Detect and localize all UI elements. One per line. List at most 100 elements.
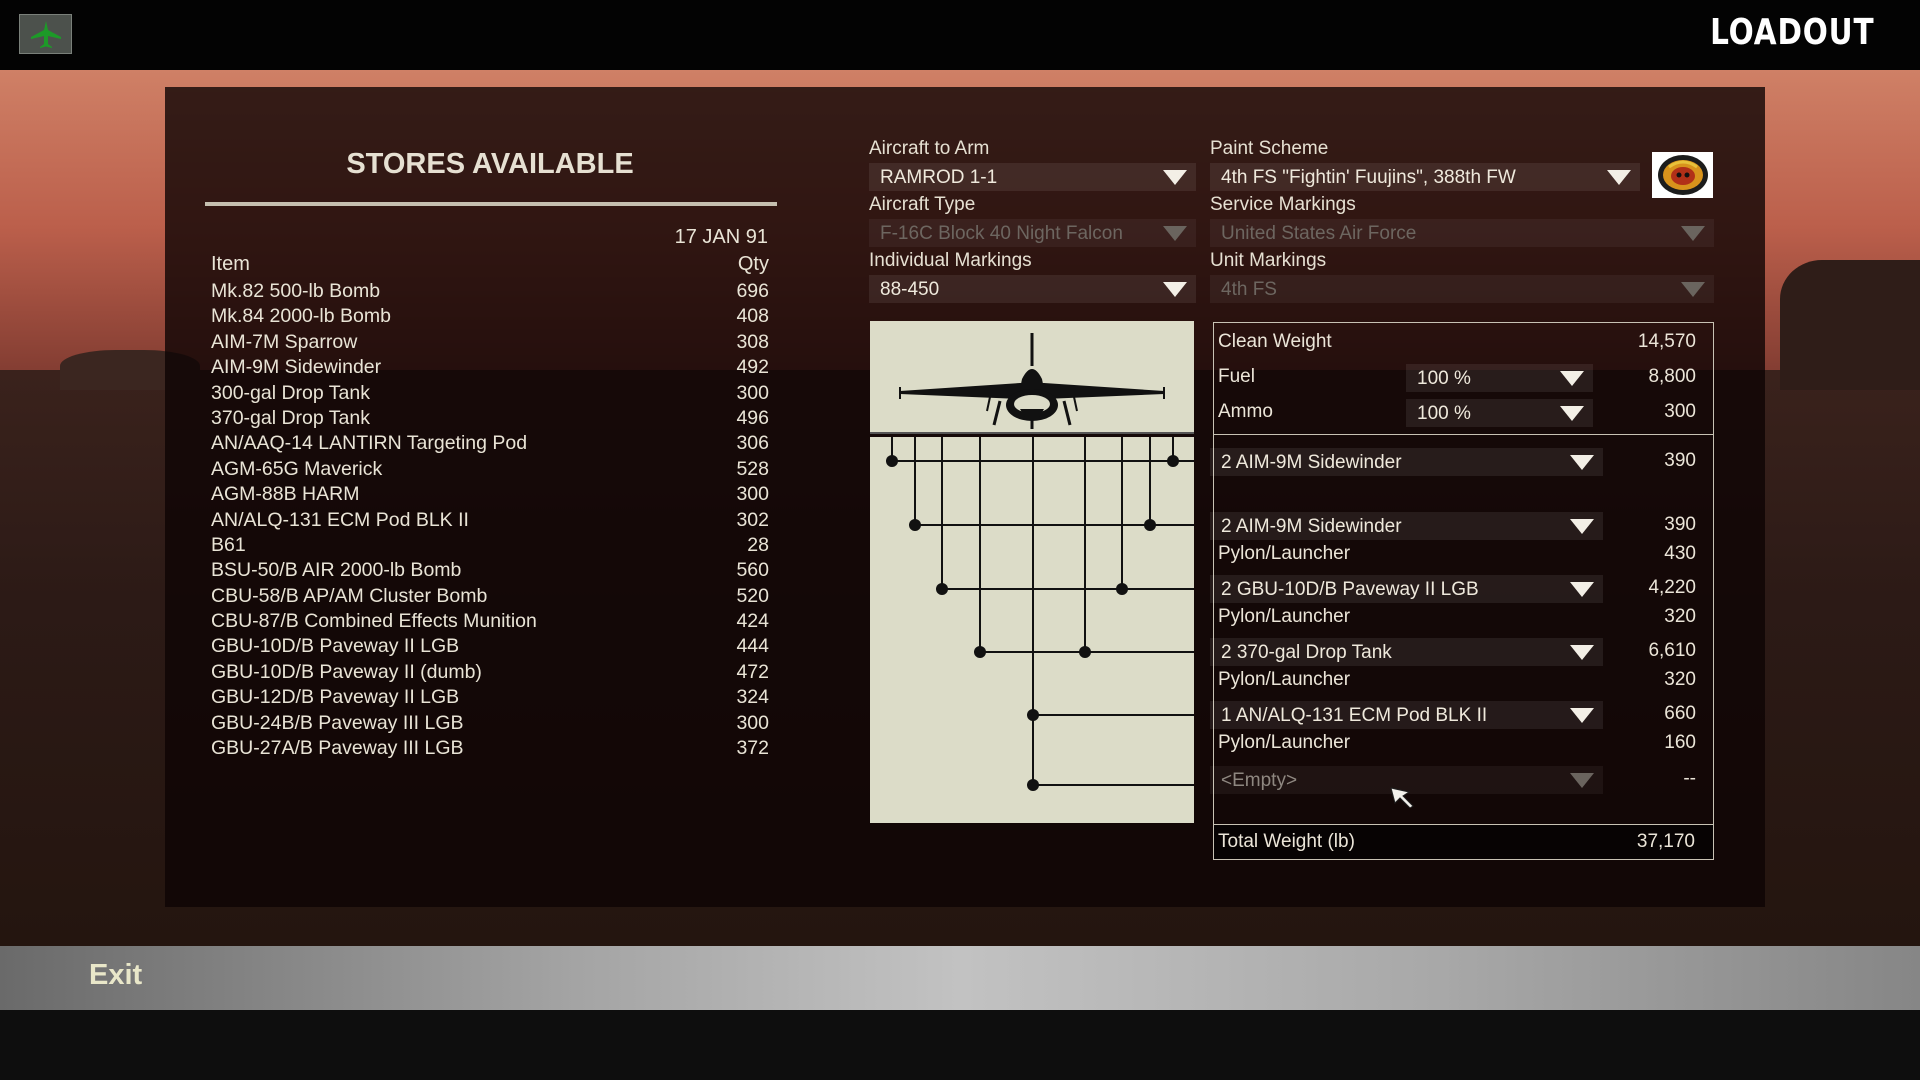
- station-3-pylon-weight: 320: [1664, 606, 1696, 627]
- footer-bar: Exit: [0, 946, 1920, 1010]
- weapon-stations-diagram: [870, 437, 1194, 823]
- store-qty: 496: [736, 406, 769, 429]
- fuel-select-value: 100 %: [1417, 368, 1471, 389]
- stores-header: Item Qty: [211, 253, 769, 279]
- store-row[interactable]: BSU-50/B AIR 2000-lb Bomb 560: [211, 559, 769, 584]
- ammo-select-value: 100 %: [1417, 403, 1471, 424]
- exit-button[interactable]: Exit: [89, 959, 142, 992]
- store-name: AGM-88B HARM: [211, 483, 360, 506]
- store-qty: 324: [736, 686, 769, 709]
- chevron-down-icon: [1570, 582, 1594, 597]
- store-qty: 308: [736, 330, 769, 353]
- chevron-down-icon: [1163, 226, 1187, 241]
- store-row[interactable]: AGM-65G Maverick 528: [211, 458, 769, 483]
- screen-title: LOADOUT: [1709, 12, 1874, 53]
- station-5-weight: 660: [1664, 703, 1696, 724]
- service-markings-label: Service Markings: [1210, 194, 1356, 215]
- store-qty: 306: [736, 432, 769, 455]
- station-5-store: 1 AN/ALQ-131 ECM Pod BLK II: [1221, 705, 1488, 726]
- fuel-label: Fuel: [1218, 366, 1255, 387]
- aircraft-to-arm-label: Aircraft to Arm: [869, 138, 990, 159]
- item-column-header: Item: [211, 253, 250, 275]
- bottom-bar: [0, 1010, 1920, 1080]
- station-4-pylon-label: Pylon/Launcher: [1218, 669, 1351, 690]
- store-row[interactable]: B61 28: [211, 534, 769, 559]
- store-row[interactable]: AN/AAQ-14 LANTIRN Targeting Pod 306: [211, 432, 769, 457]
- aircraft-menu-button[interactable]: [19, 14, 72, 54]
- service-markings-dropdown: United States Air Force: [1210, 219, 1714, 247]
- station-4-pylon-weight: 320: [1664, 669, 1696, 690]
- store-row[interactable]: AGM-88B HARM 300: [211, 483, 769, 508]
- store-name: Mk.82 500-lb Bomb: [211, 280, 381, 302]
- store-row[interactable]: GBU-10D/B Paveway II LGB 444: [211, 635, 769, 660]
- weights-divider: [1214, 434, 1713, 435]
- station-1-weight: 390: [1664, 450, 1696, 471]
- store-row[interactable]: Mk.84 2000-lb Bomb 408: [211, 305, 769, 330]
- store-qty: 520: [736, 584, 769, 607]
- aircraft-to-arm-value: RAMROD 1-1: [880, 167, 998, 188]
- station-3-dropdown[interactable]: 2 GBU-10D/B Paveway II LGB: [1210, 575, 1603, 603]
- fuel-dropdown[interactable]: 100 %: [1406, 364, 1593, 392]
- aircraft-top-view: [870, 321, 1194, 434]
- store-qty: 28: [747, 533, 769, 556]
- station-1-dropdown[interactable]: 2 AIM-9M Sidewinder: [1210, 448, 1603, 476]
- station-2-pylon-weight: 430: [1664, 543, 1696, 564]
- ammo-dropdown[interactable]: 100 %: [1406, 399, 1593, 427]
- store-row[interactable]: GBU-24B/B Paveway III LGB 300: [211, 712, 769, 737]
- store-qty: 300: [736, 381, 769, 404]
- chevron-down-icon: [1560, 371, 1584, 386]
- chevron-down-icon: [1570, 519, 1594, 534]
- store-name: GBU-12D/B Paveway II LGB: [211, 686, 460, 709]
- store-name: AN/ALQ-131 ECM Pod BLK II: [211, 508, 469, 531]
- store-row[interactable]: GBU-27A/B Paveway III LGB 372: [211, 737, 769, 762]
- store-qty: 300: [736, 483, 769, 506]
- total-weight-label: Total Weight (lb): [1218, 831, 1355, 852]
- chevron-down-icon: [1681, 282, 1705, 297]
- store-row[interactable]: 300-gal Drop Tank 300: [211, 382, 769, 407]
- station-3-pylon-label: Pylon/Launcher: [1218, 606, 1351, 627]
- station-4-weight: 6,610: [1648, 640, 1696, 661]
- store-row[interactable]: Mk.82 500-lb Bomb 696: [211, 280, 769, 305]
- unit-markings-value: 4th FS: [1221, 279, 1277, 300]
- service-markings-value: United States Air Force: [1221, 223, 1417, 244]
- individual-markings-dropdown[interactable]: 88-450: [869, 275, 1196, 303]
- store-row[interactable]: CBU-58/B AP/AM Cluster Bomb 520: [211, 585, 769, 610]
- aircraft-type-dropdown: F-16C Block 40 Night Falcon: [869, 219, 1196, 247]
- ammo-label: Ammo: [1218, 401, 1273, 422]
- aircraft-type-label: Aircraft Type: [869, 194, 976, 215]
- store-row[interactable]: GBU-12D/B Paveway II LGB 324: [211, 686, 769, 711]
- store-name: GBU-10D/B Paveway II (dumb): [211, 660, 482, 683]
- station-3-weight: 4,220: [1648, 577, 1696, 598]
- chevron-down-icon: [1570, 708, 1594, 723]
- store-name: CBU-58/B AP/AM Cluster Bomb: [211, 584, 488, 607]
- store-qty: 528: [736, 457, 769, 480]
- station-4-store: 2 370-gal Drop Tank: [1221, 642, 1392, 663]
- station-5-dropdown[interactable]: 1 AN/ALQ-131 ECM Pod BLK II: [1210, 701, 1603, 729]
- squadron-insignia-icon: [1652, 152, 1713, 198]
- store-row[interactable]: AIM-7M Sparrow 308: [211, 331, 769, 356]
- chevron-down-icon: [1607, 170, 1631, 185]
- store-qty: 696: [736, 280, 769, 302]
- qty-column-header: Qty: [737, 253, 769, 275]
- chevron-down-icon: [1570, 455, 1594, 470]
- station-6-store: <Empty>: [1221, 770, 1298, 791]
- stores-title: STORES AVAILABLE: [346, 148, 634, 180]
- station-4-dropdown[interactable]: 2 370-gal Drop Tank: [1210, 638, 1603, 666]
- aircraft-type-value: F-16C Block 40 Night Falcon: [880, 223, 1123, 244]
- store-row[interactable]: AIM-9M Sidewinder 492: [211, 356, 769, 381]
- paint-scheme-dropdown[interactable]: 4th FS "Fightin' Fuujins", 388th FW: [1210, 163, 1640, 191]
- chevron-down-icon: [1681, 226, 1705, 241]
- station-2-dropdown[interactable]: 2 AIM-9M Sidewinder: [1210, 512, 1603, 540]
- store-row[interactable]: AN/ALQ-131 ECM Pod BLK II 302: [211, 509, 769, 534]
- store-qty: 424: [736, 610, 769, 633]
- store-row[interactable]: 370-gal Drop Tank 496: [211, 407, 769, 432]
- store-row[interactable]: CBU-87/B Combined Effects Munition 424: [211, 610, 769, 635]
- store-name: AIM-7M Sparrow: [211, 330, 358, 353]
- individual-markings-label: Individual Markings: [869, 250, 1032, 271]
- store-row[interactable]: GBU-10D/B Paveway II (dumb) 472: [211, 661, 769, 686]
- mouse-pointer-icon: [1389, 786, 1415, 813]
- station-tree: [886, 437, 1194, 791]
- aircraft-to-arm-dropdown[interactable]: RAMROD 1-1: [869, 163, 1196, 191]
- store-qty: 492: [736, 356, 769, 379]
- station-5-pylon-weight: 160: [1664, 732, 1696, 753]
